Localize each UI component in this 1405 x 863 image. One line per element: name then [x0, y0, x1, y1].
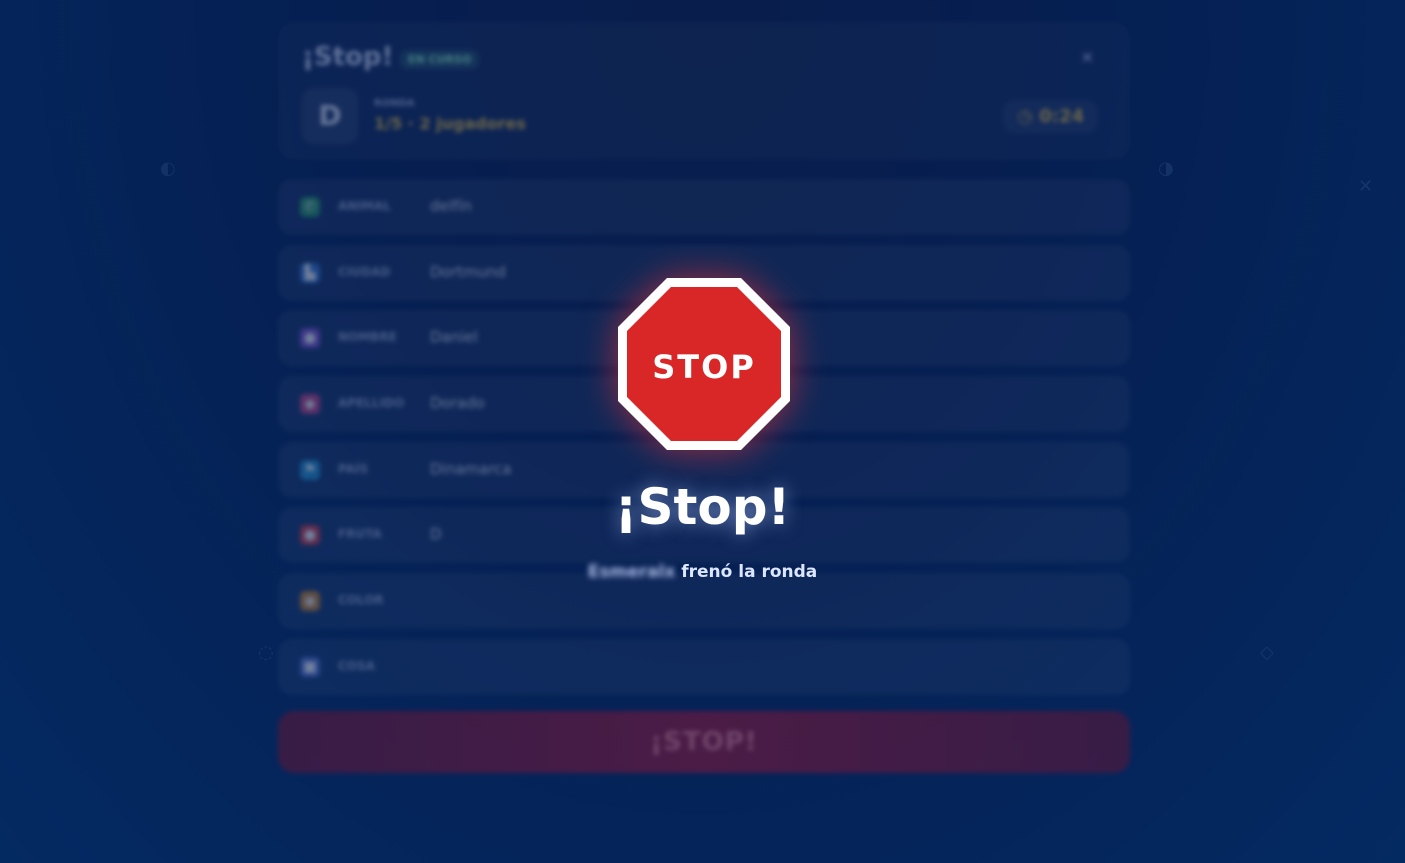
player-name: Esmeralx	[587, 562, 676, 582]
modal-title: ¡Stop!	[614, 478, 791, 536]
stop-overlay: STOP ¡Stop! Esmeralx frenó la ronda	[0, 0, 1405, 863]
stop-sign-text: STOP	[652, 348, 756, 386]
subtitle-text: frenó la ronda	[675, 562, 818, 582]
stop-sign-icon: STOP	[618, 278, 790, 450]
modal-subtitle: Esmeralx frenó la ronda	[0, 562, 1405, 582]
